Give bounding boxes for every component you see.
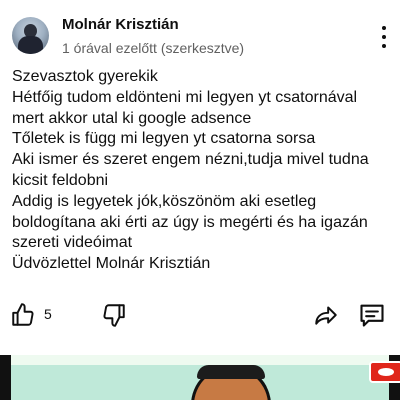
comment-button[interactable] xyxy=(358,298,386,332)
badge-icon xyxy=(369,361,400,383)
comment-icon xyxy=(360,304,384,327)
post-line: Tőletek is függ mi legyen yt csatorna so… xyxy=(12,130,316,148)
post-line: Addig is legyetek jók,köszönöm aki esetl… xyxy=(12,192,317,210)
share-button[interactable] xyxy=(312,298,340,332)
thumbs-up-icon xyxy=(12,303,34,326)
next-post-thumbnail[interactable] xyxy=(0,355,400,400)
thumbnail-frame xyxy=(8,355,400,400)
post-line: kicsit feldobni xyxy=(12,171,109,189)
like-button[interactable] xyxy=(10,298,36,332)
post-header: Molnár Krisztián 1 órával ezelőtt (szerk… xyxy=(0,0,400,64)
dislike-button[interactable] xyxy=(101,298,127,332)
share-icon xyxy=(315,306,337,325)
post-body: Szevasztok gyerekik Hétfőig tudom eldönt… xyxy=(12,67,392,275)
post-line: Aki ismer és szeret engem nézni,tudja mi… xyxy=(12,151,369,169)
cartoon-hair-image xyxy=(197,365,265,379)
post-line: Hétfőig tudom eldönteni mi legyen yt csa… xyxy=(12,88,358,106)
avatar[interactable] xyxy=(12,17,49,54)
post-line: mert akkor utal ki google adsence xyxy=(12,109,252,127)
avatar-body-shape xyxy=(18,36,43,54)
author-name[interactable]: Molnár Krisztián xyxy=(62,16,179,33)
post-timestamp: 1 órával ezelőtt (szerkesztve) xyxy=(62,40,245,56)
like-count: 5 xyxy=(44,306,52,322)
thumbs-down-icon xyxy=(103,304,125,327)
action-bar: 5 xyxy=(0,298,400,332)
post-line: szereti videóimat xyxy=(12,234,133,252)
more-vertical-icon[interactable] xyxy=(374,26,394,48)
post-line: boldogítana aki érti az úgy is megérti é… xyxy=(12,213,368,231)
post-line: Üdvözlettel Molnár Krisztián xyxy=(12,255,211,273)
post-line: Szevasztok gyerekik xyxy=(12,68,158,85)
